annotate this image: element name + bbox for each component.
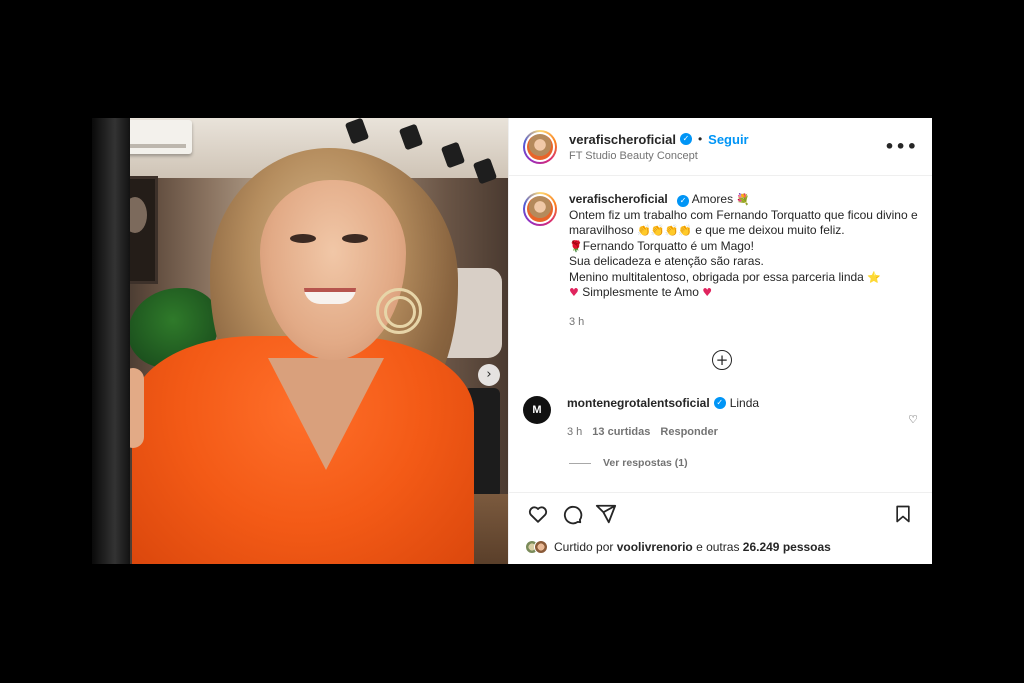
verified-badge-icon: ✓ — [677, 195, 690, 207]
liked-by-prefix: Curtido por — [554, 540, 614, 554]
comment-likes-count[interactable]: 13 curtidas — [592, 426, 650, 438]
comment-item: M montenegrotalentsoficial ✓ Linda 3 h 1… — [523, 396, 918, 438]
comment-like-heart-icon[interactable]: ♡ — [908, 400, 918, 438]
photo-eye — [342, 234, 368, 243]
caption-line-2: Ontem fiz um trabalho com Fernando Torqu… — [569, 207, 918, 222]
photo-eye — [290, 234, 316, 243]
view-replies-button[interactable]: Ver respostas (1) — [569, 457, 688, 469]
caption-line-6: Menino multitalentoso, obrigada por essa… — [569, 269, 864, 284]
follow-button[interactable]: Seguir — [708, 132, 748, 147]
author-username[interactable]: verafischeroficial — [569, 132, 676, 147]
photo-earring-inner — [384, 296, 416, 328]
post-actions-bar — [509, 492, 932, 534]
caption-body: verafischeroficial ✓ Amores 💐 Ontem fiz … — [569, 192, 918, 330]
star-emoji-icon: ⭐ — [867, 270, 881, 284]
post-caption: verafischeroficial ✓ Amores 💐 Ontem fiz … — [509, 176, 932, 330]
caption-line-4: Fernando Torquatto é um Mago! — [582, 238, 754, 253]
next-image-button[interactable]: › — [478, 364, 500, 386]
share-paper-plane-icon[interactable] — [589, 497, 623, 531]
likes-summary: Curtido por voolivrenorio e outras 26.24… — [525, 540, 831, 554]
photo-neckline — [268, 358, 384, 470]
post-photo[interactable]: › — [92, 118, 508, 564]
caption-timestamp[interactable]: 3 h — [569, 315, 918, 331]
caption-line-7: Simplesmente te Amo — [582, 285, 699, 299]
verified-badge-icon: ✓ — [713, 397, 726, 409]
caption-line-5: Sua delicadeza e atenção são raras. — [569, 254, 764, 268]
commenter-avatar[interactable]: M — [523, 396, 551, 424]
caption-line-3b: e que me deixou muito feliz. — [695, 223, 845, 237]
commenter-username[interactable]: montenegrotalentsoficial — [567, 396, 710, 410]
photo-smile — [304, 288, 356, 304]
red-heart-emoji-icon: ♥ — [569, 286, 579, 299]
comment-timestamp[interactable]: 3 h — [567, 426, 582, 438]
liked-by-user[interactable]: voolivrenorio — [617, 540, 693, 554]
caption-username[interactable]: verafischeroficial — [569, 192, 668, 206]
instagram-post: › verafischeroficial ✓ • Seguir FT Studi… — [92, 118, 932, 564]
red-heart-emoji-icon: ♥ — [702, 286, 713, 299]
post-location[interactable]: FT Studio Beauty Concept — [569, 150, 884, 162]
caption-line-1: Amores — [691, 192, 734, 206]
author-avatar[interactable] — [523, 129, 557, 164]
caption-author-avatar[interactable] — [523, 192, 557, 226]
separator-dot: • — [697, 132, 703, 146]
rose-emoji-icon: 🌹 — [569, 239, 583, 253]
reply-button[interactable]: Responder — [660, 426, 717, 438]
post-header: verafischeroficial ✓ • Seguir FT Studio … — [509, 118, 932, 176]
load-more-comments-icon[interactable]: + — [712, 350, 732, 370]
likes-count[interactable]: 26.249 pessoas — [743, 540, 831, 554]
photo-mirror-edge — [92, 118, 130, 564]
save-bookmark-icon[interactable] — [886, 497, 920, 531]
liked-by-suffix: e outras — [696, 540, 740, 554]
liker-avatar[interactable] — [534, 540, 548, 554]
caption-line-3a: maravilhoso — [569, 223, 634, 237]
like-heart-icon[interactable] — [521, 497, 555, 531]
verified-badge-icon: ✓ — [679, 133, 692, 145]
more-options-icon[interactable]: ••• — [884, 137, 918, 156]
comment-bubble-icon[interactable] — [555, 497, 589, 531]
post-sidebar: verafischeroficial ✓ • Seguir FT Studio … — [508, 118, 932, 564]
clapping-hands-emoji-icon: 👏👏👏👏 — [637, 224, 692, 237]
bouquet-emoji-icon: 💐 — [736, 193, 751, 206]
comment-text: Linda — [729, 396, 760, 410]
author-avatar-image — [527, 133, 553, 160]
